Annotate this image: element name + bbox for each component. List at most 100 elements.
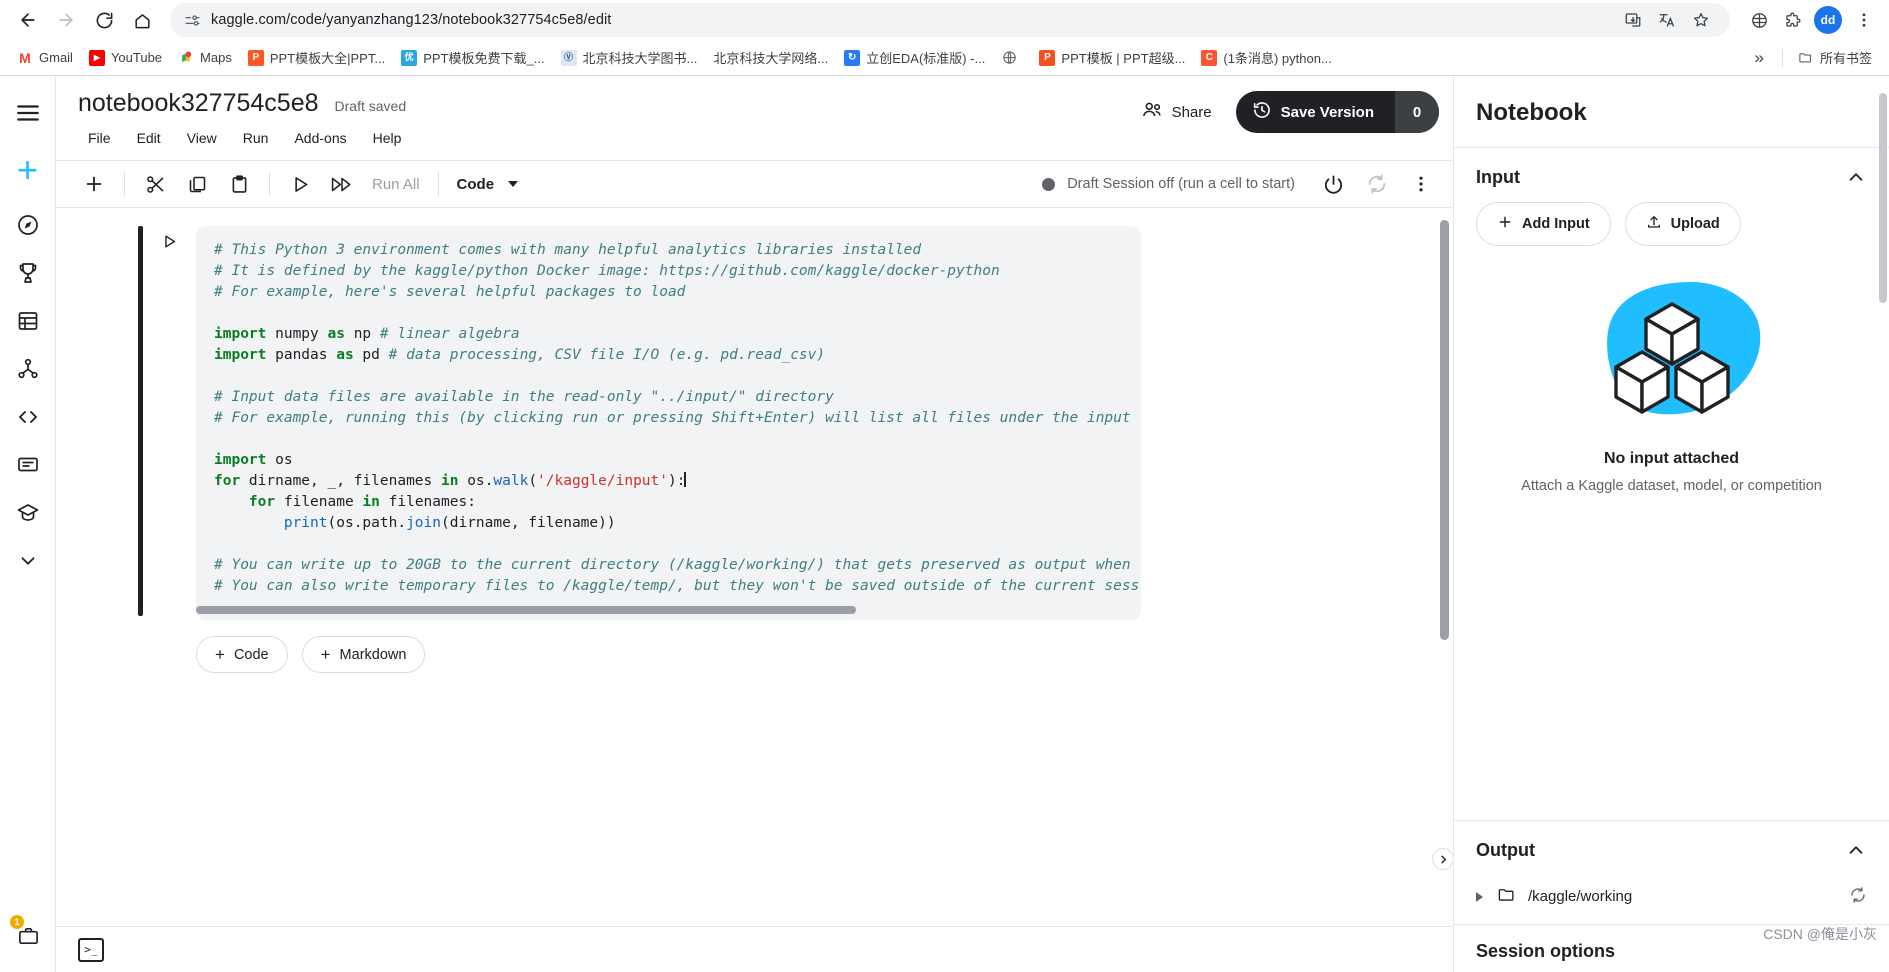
run-all-fastforward-icon[interactable] <box>322 166 362 202</box>
empty-state-subtitle: Attach a Kaggle dataset, model, or compe… <box>1476 478 1867 494</box>
add-cell-buttons: + Code + Markdown <box>56 620 1453 673</box>
power-icon[interactable] <box>1313 166 1353 202</box>
sidebar-item-discussions[interactable] <box>6 443 50 487</box>
forward-arrow-icon[interactable] <box>48 2 84 38</box>
bookmark-item[interactable] <box>994 46 1030 70</box>
browser-menu-icon[interactable] <box>1849 5 1879 35</box>
bookmark-item[interactable]: 优 PPT模板免费下载_... <box>394 44 551 71</box>
menu-addons[interactable]: Add-ons <box>284 126 356 150</box>
menu-view[interactable]: View <box>177 126 227 150</box>
save-version-button[interactable]: Save Version 0 <box>1236 91 1439 133</box>
sidebar-item-learn[interactable] <box>6 491 50 535</box>
profile-shield-icon[interactable] <box>1744 5 1774 35</box>
avatar[interactable]: dd <box>1814 6 1842 34</box>
scrollbar-thumb[interactable] <box>196 606 856 614</box>
bookmark-star-icon[interactable] <box>1686 5 1716 35</box>
menu-help[interactable]: Help <box>363 126 412 150</box>
chevron-down-icon[interactable] <box>6 539 50 583</box>
kebab-menu-icon[interactable] <box>1401 166 1441 202</box>
cell-type-dropdown[interactable]: Code <box>449 176 527 193</box>
plus-icon <box>1497 214 1513 234</box>
bookmark-item[interactable]: Maps <box>171 46 239 70</box>
refresh-icon[interactable] <box>1849 886 1867 908</box>
sidebar-title: Notebook <box>1454 77 1889 147</box>
bookmark-item[interactable]: Ⓥ 北京科技大学图书... <box>554 44 705 71</box>
notebook-scrollbar[interactable] <box>1440 220 1449 640</box>
bookmarks-overflow-button[interactable]: » <box>1745 48 1774 68</box>
output-section: Output /kaggle/working <box>1454 820 1889 924</box>
bookmark-item[interactable]: P PPT模板 | PPT超级... <box>1032 44 1192 71</box>
add-markdown-button[interactable]: + Markdown <box>302 636 426 673</box>
sidebar-spacer <box>1454 528 1889 820</box>
code-horizontal-scrollbar[interactable] <box>196 606 1141 614</box>
cell-type-label: Code <box>457 176 495 193</box>
chevron-up-icon[interactable] <box>1845 166 1867 188</box>
bookmark-item[interactable]: C (1条消息) python... <box>1194 44 1338 71</box>
code-line: # You can write up to 20GB to the curren… <box>214 557 1131 573</box>
bookmark-item[interactable]: P PPT模板大全|PPT... <box>241 44 392 71</box>
page-title[interactable]: notebook327754c5e8 <box>78 89 319 118</box>
site-settings-icon[interactable] <box>184 12 201 29</box>
add-markdown-label: Markdown <box>340 647 407 663</box>
sidebar-item-competitions[interactable] <box>6 251 50 295</box>
status-badge <box>1042 178 1055 191</box>
add-input-button[interactable]: Add Input <box>1476 202 1611 246</box>
menu-file[interactable]: File <box>78 126 121 150</box>
chevron-up-icon[interactable] <box>1845 839 1867 861</box>
upload-button[interactable]: Upload <box>1625 202 1741 246</box>
translate-icon[interactable] <box>1652 5 1682 35</box>
code-text[interactable]: # This Python 3 environment comes with m… <box>196 240 1141 613</box>
scissors-icon[interactable] <box>135 166 175 202</box>
add-code-button[interactable]: + Code <box>196 636 288 673</box>
home-icon[interactable] <box>124 2 160 38</box>
clock-history-icon <box>1252 100 1272 124</box>
run-all-label[interactable]: Run All <box>364 176 428 193</box>
run-play-icon[interactable] <box>280 166 320 202</box>
divider <box>269 172 270 196</box>
code-line: # It is defined by the kaggle/python Doc… <box>214 263 1000 279</box>
input-section-header[interactable]: Input <box>1476 148 1867 202</box>
create-plus-icon[interactable]: + <box>5 147 51 193</box>
all-bookmarks-button[interactable]: 所有书签 <box>1791 44 1879 71</box>
code-editor[interactable]: # This Python 3 environment comes with m… <box>196 226 1141 620</box>
code-line: print(os.path.join(dirname, filename)) <box>214 515 616 531</box>
sidebar-scrollbar[interactable] <box>1879 93 1887 303</box>
address-bar[interactable]: kaggle.com/code/yanyanzhang123/notebook3… <box>170 3 1730 37</box>
terminal-icon[interactable]: >_ <box>78 938 104 962</box>
plus-icon[interactable] <box>74 166 114 202</box>
bookmark-item[interactable]: 北京科技大学网络... <box>706 44 835 71</box>
reload-icon[interactable] <box>86 2 122 38</box>
kaggle-app: + 1 <box>0 77 1889 972</box>
extensions-puzzle-icon[interactable] <box>1777 5 1807 35</box>
triangle-right-icon[interactable] <box>1476 892 1483 902</box>
restart-refresh-icon[interactable] <box>1357 166 1397 202</box>
output-section-header[interactable]: Output <box>1476 821 1867 875</box>
sidebar-item-datasets[interactable] <box>6 299 50 343</box>
console-bar: >_ <box>56 926 1453 972</box>
input-empty-state: No input attached Attach a Kaggle datase… <box>1476 262 1867 528</box>
back-arrow-icon[interactable] <box>10 2 46 38</box>
bookmark-item[interactable]: ↻ 立创EDA(标准版) -... <box>837 44 992 71</box>
ustb-library-icon: Ⓥ <box>561 50 577 66</box>
output-folder-row[interactable]: /kaggle/working <box>1476 875 1867 924</box>
bookmark-label: Gmail <box>39 50 73 65</box>
menu-edit[interactable]: Edit <box>127 126 171 150</box>
lceda-icon: ↻ <box>844 50 860 66</box>
sidebar-item-models[interactable] <box>6 347 50 391</box>
panel-toggle-button[interactable] <box>1432 848 1453 870</box>
share-button[interactable]: Share <box>1131 92 1222 132</box>
sidebar-item-code[interactable] <box>6 395 50 439</box>
gmail-icon: M <box>17 50 33 66</box>
clipboard-paste-icon[interactable] <box>219 166 259 202</box>
sidebar-item-jobs[interactable]: 1 <box>6 914 50 958</box>
code-line: # For example, here's several helpful pa… <box>214 284 685 300</box>
menu-run[interactable]: Run <box>233 126 279 150</box>
code-line: import os <box>214 452 293 468</box>
chevron-down-icon <box>508 181 518 187</box>
sidebar-item-home[interactable] <box>6 203 50 247</box>
bookmark-item[interactable]: ▶ YouTube <box>82 46 169 70</box>
hamburger-menu-icon[interactable] <box>6 91 50 135</box>
copy-icon[interactable] <box>177 166 217 202</box>
install-app-icon[interactable] <box>1618 5 1648 35</box>
bookmark-item[interactable]: M Gmail <box>10 46 80 70</box>
